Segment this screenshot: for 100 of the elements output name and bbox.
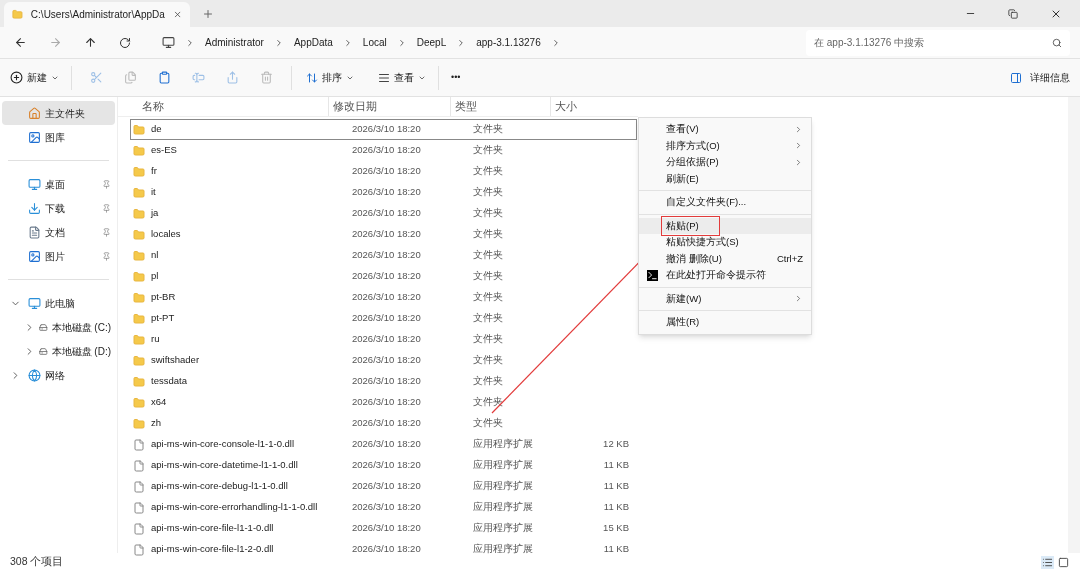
sidebar-item[interactable]: 本地磁盘 (D:) — [2, 339, 115, 363]
file-row[interactable]: pt-BR 2026/3/10 18:20 文件夹 — [130, 287, 637, 308]
sidebar-item[interactable]: 图片 — [2, 244, 115, 268]
file-icon — [133, 438, 145, 451]
file-row[interactable]: pl 2026/3/10 18:20 文件夹 — [130, 266, 637, 287]
share-icon[interactable] — [226, 71, 239, 84]
menu-item[interactable]: 刷新(E) — [639, 170, 811, 187]
folder-icon — [133, 144, 145, 157]
breadcrumb-item[interactable]: app-3.1.13276 — [476, 35, 541, 50]
sidebar-item[interactable]: 网络 — [2, 363, 115, 387]
sidebar-item[interactable]: 桌面 — [2, 172, 115, 196]
sort-button[interactable]: 排序 — [292, 65, 366, 90]
file-row[interactable]: nl 2026/3/10 18:20 文件夹 — [130, 245, 637, 266]
restore-icon[interactable] — [1008, 8, 1018, 19]
search-icon[interactable] — [1052, 37, 1062, 48]
file-row[interactable]: x64 2026/3/10 18:20 文件夹 — [130, 392, 637, 413]
copy-icon[interactable] — [124, 71, 137, 84]
menu-item[interactable]: 撤消 删除(U) Ctrl+Z — [639, 250, 811, 267]
type-cell-text: 文件夹 — [473, 206, 504, 221]
file-row[interactable]: de 2026/3/10 18:20 文件夹 — [130, 119, 637, 140]
size-cell: 12 KB — [603, 437, 629, 452]
file-row[interactable]: api-ms-win-core-debug-l1-1-0.dll 2026/3/10 18:20 应用程序扩展 11 KB — [130, 476, 637, 497]
breadcrumb-item[interactable]: Administrator — [205, 35, 264, 50]
cut-icon[interactable] — [90, 71, 103, 84]
file-row[interactable]: ru 2026/3/10 18:20 文件夹 — [130, 329, 637, 350]
rename-icon[interactable] — [192, 71, 205, 84]
folder-icon — [133, 249, 145, 262]
folder-icon — [133, 396, 145, 409]
tiles-view-icon[interactable] — [1057, 555, 1070, 569]
document-icon — [28, 225, 41, 239]
sidebar-item[interactable]: 主文件夹 — [2, 101, 115, 125]
menu-item[interactable]: 在此处打开命令提示符 — [639, 267, 811, 284]
file-row[interactable]: api-ms-win-core-file-l1-2-0.dll 2026/3/10 18:20 应用程序扩展 11 KB — [130, 539, 637, 560]
menu-item[interactable]: 新建(W) — [639, 290, 811, 307]
menu-item[interactable]: 粘贴快捷方式(S) — [639, 234, 811, 251]
address-bar[interactable]: Administrator AppData Local DeepL app-3.1.13276 — [154, 29, 802, 56]
sidebar-item[interactable]: 此电脑 — [2, 291, 115, 315]
pin-icon[interactable] — [102, 203, 111, 213]
pin-icon[interactable] — [102, 251, 111, 261]
breadcrumb-item[interactable]: Local — [362, 35, 387, 50]
file-row[interactable]: zh 2026/3/10 18:20 文件夹 — [130, 413, 637, 434]
file-row[interactable]: api-ms-win-core-file-l1-1-0.dll 2026/3/10 18:20 应用程序扩展 15 KB — [130, 518, 637, 539]
home-icon — [28, 106, 41, 120]
view-button[interactable]: 查看 — [366, 65, 439, 90]
breadcrumb-item[interactable]: DeepL — [416, 35, 447, 50]
details-view-icon[interactable] — [1041, 555, 1054, 569]
back-icon[interactable] — [14, 36, 27, 49]
type-cell-text: 文件夹 — [473, 395, 504, 410]
menu-item[interactable]: 粘贴(P) — [639, 217, 811, 234]
window-tab[interactable]: C:\Users\Administrator\AppDa — [4, 2, 190, 27]
menu-item[interactable]: 查看(V) — [639, 121, 811, 138]
file-row[interactable]: ja 2026/3/10 18:20 文件夹 — [130, 203, 637, 224]
column-header[interactable]: 大小 — [550, 97, 610, 116]
file-row[interactable]: fr 2026/3/10 18:20 文件夹 — [130, 161, 637, 182]
file-row[interactable]: api-ms-win-core-datetime-l1-1-0.dll 2026/3/10 18:20 应用程序扩展 11 KB — [130, 455, 637, 476]
menu-item[interactable]: 自定义文件夹(F)... — [639, 194, 811, 211]
size-cell: 15 KB — [603, 521, 629, 536]
menu-item[interactable]: 属性(R) — [639, 314, 811, 331]
date-cell-text: 2026/3/10 18:20 — [352, 164, 422, 179]
new-tab-icon[interactable] — [202, 8, 214, 20]
breadcrumb-item[interactable]: AppData — [293, 35, 333, 50]
file-row[interactable]: swiftshader 2026/3/10 18:20 文件夹 — [130, 350, 637, 371]
search-field[interactable]: 在 app-3.1.13276 中搜索 — [806, 29, 1070, 56]
sidebar-item[interactable]: 本地磁盘 (C:) — [2, 315, 115, 339]
size-cell: 11 KB — [603, 542, 629, 557]
pin-icon[interactable] — [102, 179, 111, 189]
file-row[interactable]: locales 2026/3/10 18:20 文件夹 — [130, 224, 637, 245]
scrollbar[interactable] — [1068, 97, 1080, 553]
menu-item[interactable]: 分组依据(P) — [639, 154, 811, 171]
type-cell-text: 应用程序扩展 — [473, 521, 534, 536]
date-cell-text: 2026/3/10 18:20 — [352, 500, 422, 515]
refresh-icon[interactable] — [119, 36, 131, 49]
up-icon[interactable] — [84, 36, 97, 49]
details-button[interactable]: 详细信息 — [1010, 65, 1070, 90]
file-row[interactable]: it 2026/3/10 18:20 文件夹 — [130, 182, 637, 203]
more-button[interactable]: ••• — [439, 65, 473, 90]
search-input[interactable]: 在 app-3.1.13276 中搜索 — [814, 35, 1052, 50]
folder-icon — [133, 123, 145, 136]
paste-icon[interactable] — [158, 71, 171, 84]
date-cell-text: 2026/3/10 18:20 — [352, 374, 422, 389]
file-row[interactable]: tessdata 2026/3/10 18:20 文件夹 — [130, 371, 637, 392]
forward-icon[interactable] — [49, 36, 62, 49]
file-row[interactable]: pt-PT 2026/3/10 18:20 文件夹 — [130, 308, 637, 329]
date-cell-text: 2026/3/10 18:20 — [352, 521, 422, 536]
file-name: ja — [151, 206, 159, 221]
file-row[interactable]: api-ms-win-core-errorhandling-l1-1-0.dll 2026/3/10 18:20 应用程序扩展 11 KB — [130, 497, 637, 518]
chevron-icon[interactable] — [185, 37, 195, 48]
column-header[interactable]: 名称 — [118, 97, 328, 116]
file-row[interactable]: es-ES 2026/3/10 18:20 文件夹 — [130, 140, 637, 161]
sidebar-item[interactable]: 文档 — [2, 220, 115, 244]
new-button[interactable]: 新建 — [10, 65, 72, 90]
delete-icon[interactable] — [260, 71, 273, 84]
sidebar-item[interactable]: 下载 — [2, 196, 115, 220]
file-row[interactable]: api-ms-win-core-console-l1-1-0.dll 2026/3/10 18:20 应用程序扩展 12 KB — [130, 434, 637, 455]
column-header[interactable]: 修改日期 — [328, 97, 450, 116]
pin-icon[interactable] — [102, 227, 111, 237]
sidebar-item[interactable]: 图库 — [2, 125, 115, 149]
column-header[interactable]: 类型 — [450, 97, 550, 116]
type-cell-text: 文件夹 — [473, 227, 504, 242]
menu-item[interactable]: 排序方式(O) — [639, 137, 811, 154]
